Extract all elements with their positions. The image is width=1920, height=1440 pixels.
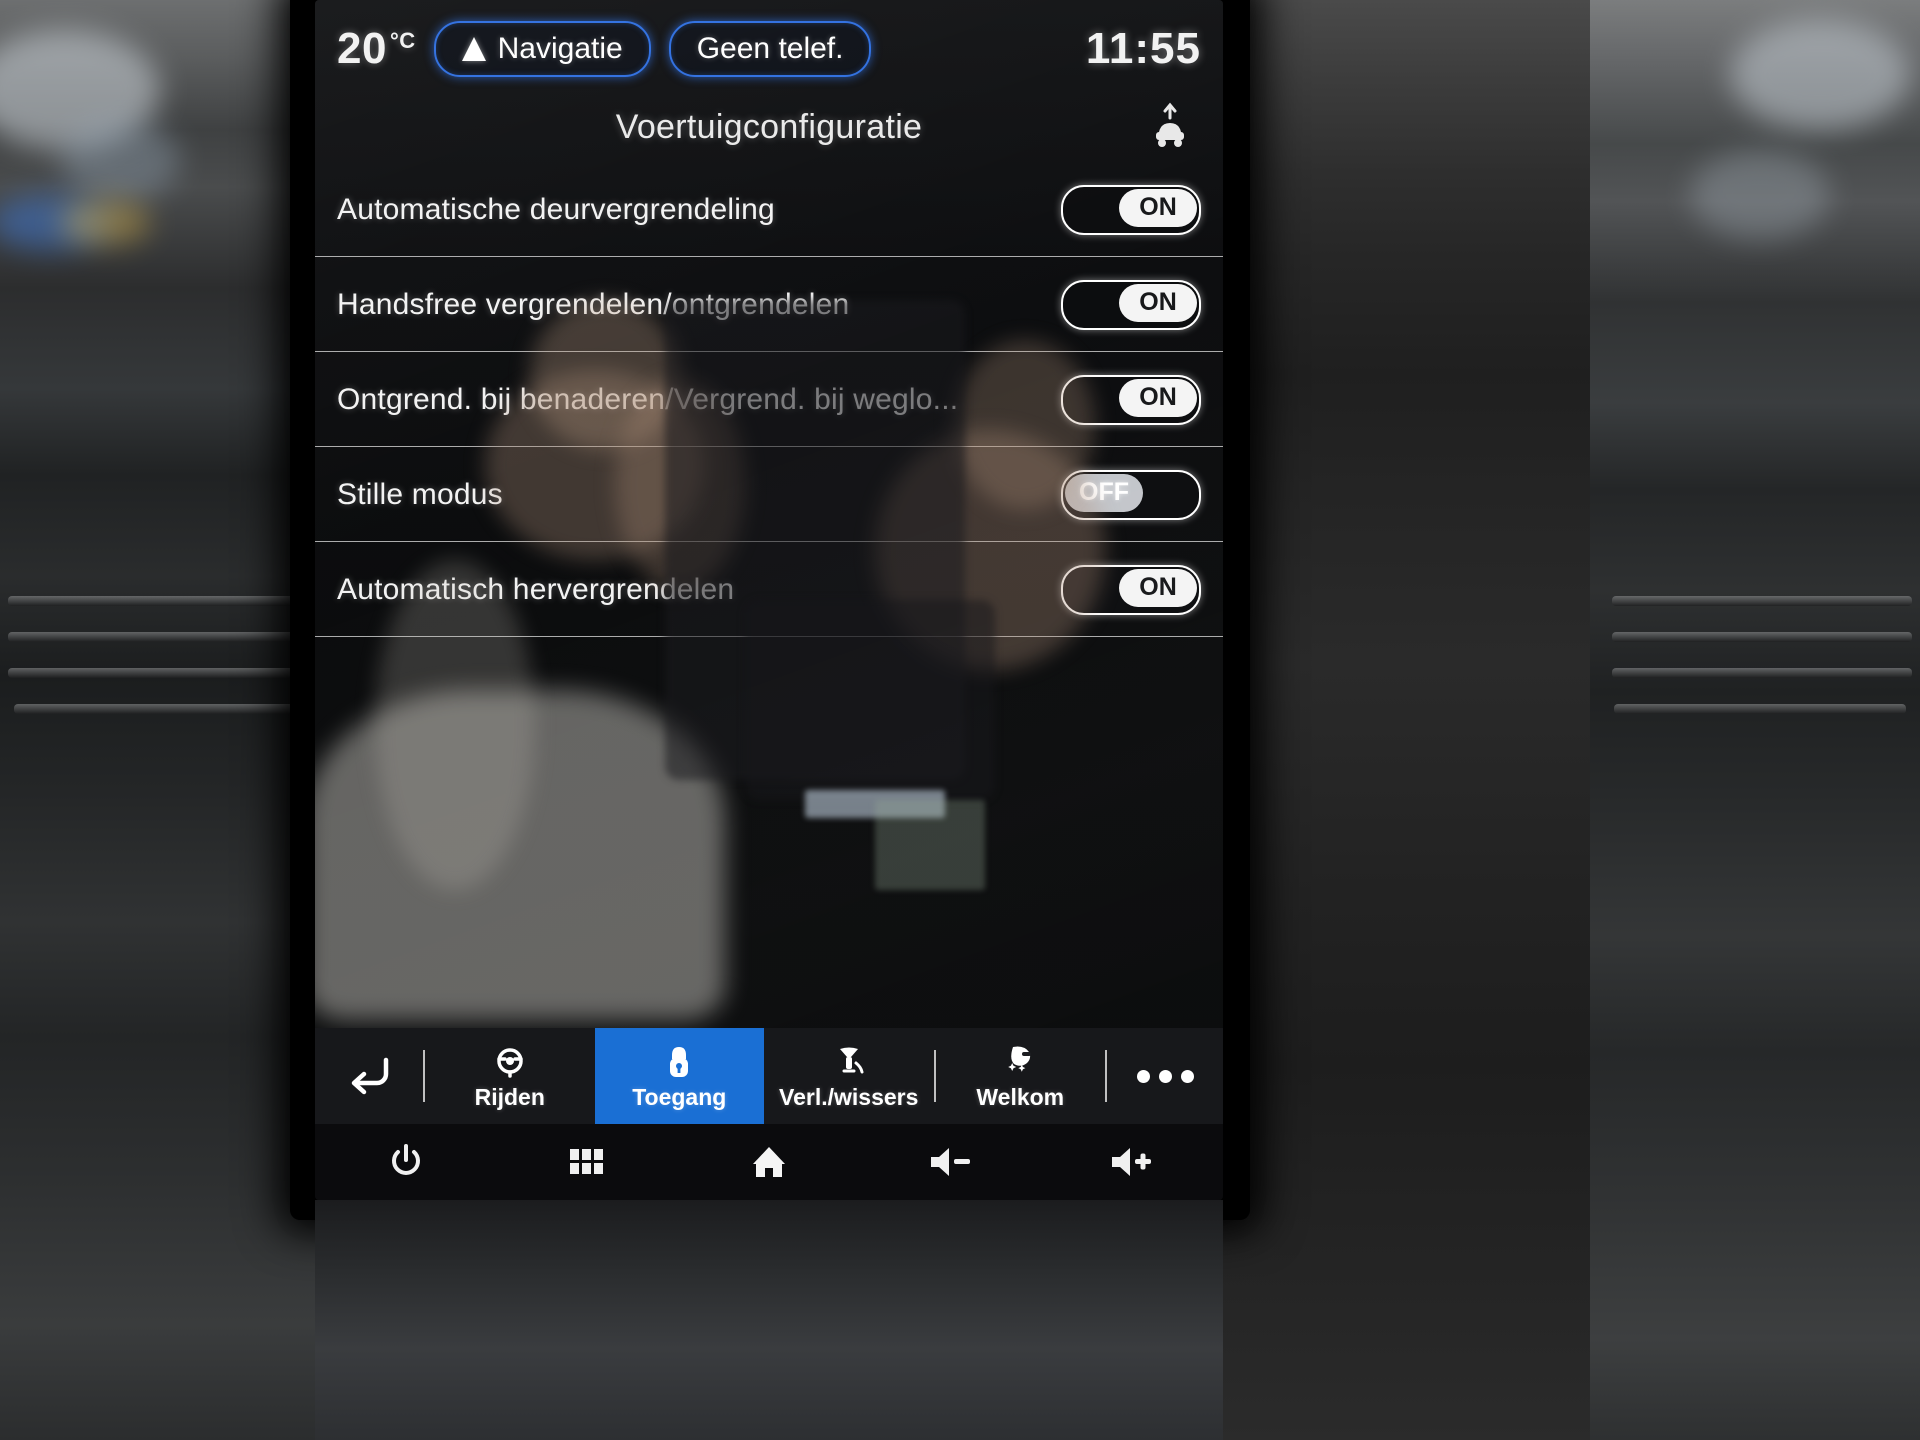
more-dots-icon — [1180, 1069, 1194, 1083]
setting-row-ontgrendelen-bij-benaderen[interactable]: Ontgrend. bij benaderen/Vergrend. bij we… — [315, 352, 1223, 447]
vehicle-profile-icon[interactable] — [1147, 102, 1193, 150]
tab-label: Toegang — [632, 1084, 727, 1110]
page-header: Voertuigconfiguratie — [315, 96, 1223, 158]
setting-row-automatische-deurvergrendeling[interactable]: Automatische deurvergrendeling ON — [315, 162, 1223, 257]
home-icon — [752, 1147, 785, 1179]
hardware-button-bar — [315, 1124, 1223, 1200]
home-button[interactable] — [734, 1133, 804, 1191]
toggle-stille-modus[interactable]: OFF — [1061, 469, 1201, 520]
apps-grid-icon — [570, 1149, 604, 1174]
tab-label: Welkom — [976, 1084, 1065, 1110]
tab-label: Rijden — [474, 1084, 545, 1110]
clock: 11:55 — [1085, 24, 1201, 73]
setting-row-automatisch-hervergrendelen[interactable]: Automatisch hervergrendelen ON — [315, 542, 1223, 637]
toggle-automatische-deurvergrendeling[interactable]: ON — [1061, 184, 1201, 235]
more-dots-icon — [1136, 1069, 1150, 1083]
navigation-pill[interactable]: Navigatie — [433, 21, 651, 77]
bottom-tab-bar: Rijden Toegang Verl./wissers Welkom — [315, 1028, 1223, 1124]
toggle-automatisch-hervergrendelen[interactable]: ON — [1061, 564, 1201, 615]
outside-temperature: 20 °C — [337, 24, 416, 74]
power-button[interactable] — [371, 1133, 441, 1191]
setting-label: Ontgrend. bij benaderen/Vergrend. bij we… — [337, 382, 959, 416]
welcome-lighting-icon — [1001, 1041, 1039, 1081]
settings-list: Automatische deurvergrendeling ON Handsf… — [315, 162, 1223, 637]
toggle-value: ON — [1119, 283, 1197, 322]
tab-rijden[interactable]: Rijden — [425, 1028, 595, 1124]
phone-status-label: Geen telef. — [696, 32, 844, 65]
setting-row-stille-modus[interactable]: Stille modus OFF — [315, 447, 1223, 542]
tab-toegang[interactable]: Toegang — [594, 1028, 764, 1124]
infotainment-screen[interactable]: 20 °C Navigatie Geen telef. 11:55 Voertu… — [315, 0, 1223, 1200]
setting-label: Automatisch hervergrendelen — [337, 572, 735, 606]
steering-wheel-icon — [492, 1041, 528, 1081]
tab-welkom[interactable]: Welkom — [936, 1028, 1106, 1124]
temperature-unit: °C — [389, 28, 416, 53]
toggle-handsfree-vergrendelen[interactable]: ON — [1061, 279, 1201, 330]
navigation-label: Navigatie — [497, 32, 623, 65]
toggle-value: ON — [1119, 568, 1197, 607]
dashboard-left — [0, 0, 330, 1440]
status-bar: 20 °C Navigatie Geen telef. 11:55 — [315, 0, 1223, 98]
more-dots-icon — [1158, 1069, 1172, 1083]
temperature-value: 20 — [337, 24, 387, 73]
tab-verlichting-wissers[interactable]: Verl./wissers — [764, 1028, 934, 1124]
apps-button[interactable] — [552, 1133, 622, 1191]
phone-status-pill[interactable]: Geen telef. — [668, 21, 872, 77]
dashboard-right — [1590, 0, 1920, 1440]
headlight-wiper-icon — [830, 1041, 868, 1081]
door-lock-icon — [661, 1041, 697, 1081]
center-console — [315, 1200, 1223, 1440]
navigation-arrow-icon — [461, 37, 486, 61]
volume-down-button[interactable] — [916, 1133, 986, 1191]
page-title: Voertuigconfiguratie — [615, 107, 923, 146]
toggle-value: ON — [1119, 378, 1197, 417]
tab-label: Verl./wissers — [779, 1084, 919, 1110]
setting-row-handsfree-vergrendelen[interactable]: Handsfree vergrendelen/ontgrendelen ON — [315, 257, 1223, 352]
back-arrow-icon — [351, 1057, 389, 1095]
car-interior-photo: 20 °C Navigatie Geen telef. 11:55 Voertu… — [0, 0, 1920, 1440]
setting-label: Automatische deurvergrendeling — [337, 192, 775, 226]
volume-up-icon — [1112, 1148, 1152, 1176]
setting-label: Handsfree vergrendelen/ontgrendelen — [337, 287, 850, 321]
power-icon — [391, 1144, 420, 1175]
toggle-value: OFF — [1065, 473, 1143, 512]
toggle-ontgrendelen-bij-benaderen[interactable]: ON — [1061, 374, 1201, 425]
toggle-value: ON — [1119, 188, 1197, 227]
volume-down-icon — [930, 1148, 970, 1176]
back-button[interactable] — [315, 1028, 423, 1124]
more-options-button[interactable] — [1107, 1028, 1223, 1124]
volume-up-button[interactable] — [1097, 1133, 1167, 1191]
setting-label: Stille modus — [337, 477, 503, 511]
row-divider — [315, 636, 1223, 637]
